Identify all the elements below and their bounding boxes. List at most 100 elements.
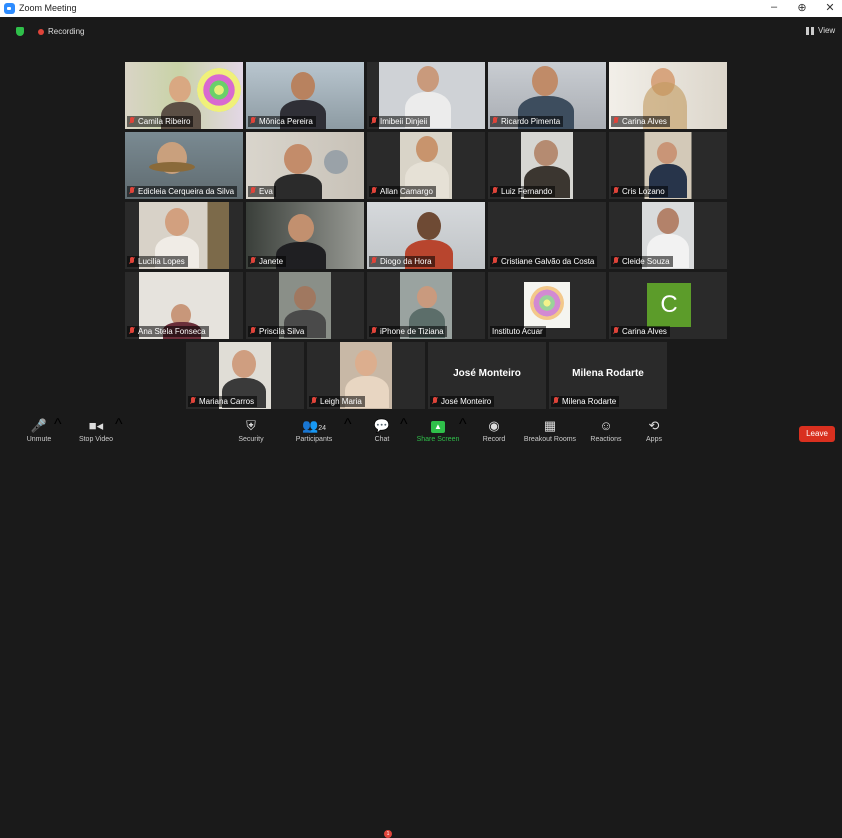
video-tile[interactable]: Diogo da Hora [367, 202, 485, 269]
window-title: Zoom Meeting [19, 3, 77, 13]
video-tile[interactable]: Camila Ribeiro [125, 62, 243, 129]
stop-video-button[interactable]: ■◂ Stop Video [76, 416, 116, 443]
reactions-button[interactable]: ☺ Reactions [588, 416, 624, 443]
video-tile[interactable]: Milena Rodarte Milena Rodarte [549, 342, 667, 409]
video-tile[interactable]: Cristiane Galvão da Costa [488, 202, 606, 269]
video-tile[interactable]: Luiz Fernando [488, 132, 606, 199]
video-tile[interactable]: Cleide Souza [609, 202, 727, 269]
participant-name: Ana Stela Fonseca [127, 326, 209, 337]
participant-name: Cleide Souza [611, 256, 673, 267]
muted-mic-icon [129, 257, 135, 265]
muted-mic-icon [311, 397, 317, 405]
video-tile[interactable]: José Monteiro José Monteiro [428, 342, 546, 409]
participant-name: Cris Lozano [611, 186, 668, 197]
apps-button[interactable]: ⟲ Apps [642, 416, 666, 443]
participant-name: Instituto Acuar [490, 326, 546, 337]
meeting-topbar: Recording View [0, 17, 842, 44]
video-tile[interactable]: Cris Lozano [609, 132, 727, 199]
participant-name: Leigh Maria [309, 396, 365, 407]
video-tile[interactable]: iPhone de Tiziana [367, 272, 485, 339]
share-screen-button[interactable]: ▲ Share Screen [416, 416, 460, 443]
participant-name: Priscila Silva [248, 326, 308, 337]
participant-name: Diogo da Hora [369, 256, 435, 267]
unmute-button[interactable]: 🎤 Unmute [22, 416, 56, 443]
share-caret-icon[interactable]: ^ [459, 416, 467, 434]
chat-bubble-icon: 💬 [373, 418, 391, 433]
video-tile[interactable]: Ricardo Pimenta [488, 62, 606, 129]
breakout-rooms-icon: ▦ [543, 418, 557, 433]
participants-caret-icon[interactable]: ^ [344, 416, 352, 434]
muted-mic-icon [371, 327, 377, 335]
muted-mic-icon [371, 257, 377, 265]
recording-dot-icon [38, 29, 44, 35]
muted-mic-icon [492, 257, 498, 265]
participants-button[interactable]: 👥24 Participants [292, 416, 336, 443]
minimize-button[interactable]: – [766, 1, 782, 13]
participant-name: Carina Alves [611, 326, 670, 337]
chat-caret-icon[interactable]: ^ [400, 416, 408, 434]
participant-display-name: José Monteiro [453, 368, 521, 379]
video-tile[interactable]: Edicleia Cerqueira da Silva [125, 132, 243, 199]
muted-mic-icon [371, 187, 377, 195]
shield-icon: ⛨ [246, 418, 256, 433]
participant-name: Allan Camargo [369, 186, 436, 197]
video-options-caret-icon[interactable]: ^ [115, 416, 123, 434]
view-button[interactable]: View [818, 26, 835, 35]
encryption-shield-icon[interactable] [16, 27, 24, 36]
participant-name: Carina Alves [611, 116, 670, 127]
video-tile[interactable]: Lucilia Lopes [125, 202, 243, 269]
participants-icon: 👥24 [302, 418, 326, 433]
muted-mic-icon [432, 397, 438, 405]
participant-name: Mônica Pereira [248, 116, 316, 127]
close-button[interactable]: ✕ [822, 1, 838, 14]
participant-name: Imibeii Dinjeii [369, 116, 431, 127]
video-tile[interactable]: Allan Camargo [367, 132, 485, 199]
muted-mic-icon [492, 117, 498, 125]
muted-mic-icon [250, 327, 256, 335]
participant-name: Ricardo Pimenta [490, 116, 564, 127]
video-tile[interactable]: Mariana Carros [186, 342, 304, 409]
video-tile[interactable]: Imibeii Dinjeii [367, 62, 485, 129]
participants-count: 24 [318, 425, 326, 432]
video-tile[interactable]: Ana Stela Fonseca [125, 272, 243, 339]
video-tile[interactable]: Janete [246, 202, 364, 269]
record-button[interactable]: ◉ Record [480, 416, 508, 443]
muted-mic-icon [250, 187, 256, 195]
video-tile[interactable]: Carina Alves [609, 62, 727, 129]
muted-mic-icon [190, 397, 196, 405]
muted-mic-icon [613, 117, 619, 125]
muted-mic-icon [492, 187, 498, 195]
video-tile[interactable]: Eva [246, 132, 364, 199]
video-tile[interactable]: Leigh Maria [307, 342, 425, 409]
gallery-view: Camila Ribeiro Mônica Pereira Imibeii Di… [0, 44, 842, 414]
participant-name: Cristiane Galvão da Costa [490, 256, 598, 267]
muted-mic-icon [250, 117, 256, 125]
grid-view-icon[interactable] [806, 27, 814, 35]
record-icon: ◉ [488, 418, 500, 433]
participant-name: iPhone de Tiziana [369, 326, 447, 337]
recording-label[interactable]: Recording [48, 27, 84, 36]
muted-mic-icon [129, 117, 135, 125]
chat-button[interactable]: 💬 Chat [370, 416, 394, 443]
participant-name: Lucilia Lopes [127, 256, 188, 267]
video-tile[interactable]: Mônica Pereira [246, 62, 364, 129]
participant-name: José Monteiro [430, 396, 495, 407]
muted-mic-icon [613, 257, 619, 265]
participant-avatar-letter: C [647, 283, 691, 327]
video-tile[interactable]: Priscila Silva [246, 272, 364, 339]
window-titlebar: Zoom Meeting – ⊕ ✕ [0, 0, 842, 17]
participant-display-name: Milena Rodarte [572, 368, 644, 379]
muted-mic-icon [371, 117, 377, 125]
reactions-smiley-icon: ☺ [599, 418, 613, 433]
security-button[interactable]: ⛨ Security [233, 416, 269, 443]
participant-name: Mariana Carros [188, 396, 258, 407]
share-screen-icon: ▲ [416, 416, 460, 436]
leave-button[interactable]: Leave [799, 426, 835, 442]
active-speaker-tile[interactable]: Instituto Acuar [488, 272, 606, 339]
audio-options-caret-icon[interactable]: ^ [54, 416, 62, 434]
participant-name: Milena Rodarte [551, 396, 620, 407]
maximize-button[interactable]: ⊕ [794, 1, 810, 14]
participant-name: Luiz Fernando [490, 186, 556, 197]
video-tile[interactable]: C Carina Alves [609, 272, 727, 339]
breakout-rooms-button[interactable]: ▦ Breakout Rooms [522, 416, 578, 443]
